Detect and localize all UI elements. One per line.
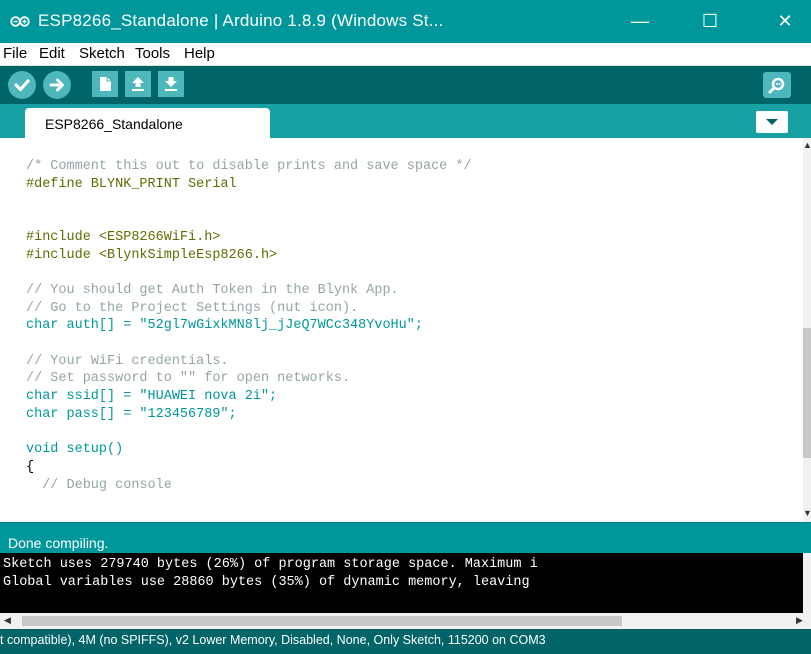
code-line: char pass[] = "123456789"; xyxy=(26,406,237,422)
save-button[interactable] xyxy=(158,71,184,97)
console-vertical-scrollbar[interactable] xyxy=(803,553,811,613)
new-button[interactable] xyxy=(92,71,118,97)
title-bar: ESP8266_Standalone | Arduino 1.8.9 (Wind… xyxy=(0,0,811,43)
code-line: // Set password to "" for open networks. xyxy=(26,371,351,387)
editor-vertical-scrollbar[interactable]: ▲ ▼ xyxy=(803,138,811,522)
new-icon xyxy=(100,77,111,91)
scroll-down-icon[interactable]: ▼ xyxy=(803,508,811,518)
board-info: t compatible), 4M (no SPIFFS), v2 Lower … xyxy=(0,633,546,647)
arduino-logo-icon xyxy=(10,16,30,27)
serial-monitor-button[interactable] xyxy=(763,72,791,98)
code-line: { xyxy=(26,459,35,475)
menu-sketch[interactable]: Sketch xyxy=(79,45,125,62)
upload-button[interactable] xyxy=(43,71,71,99)
serial-monitor-icon xyxy=(768,77,785,94)
code-line: #include <ESP8266WiFi.h> xyxy=(26,229,221,245)
status-bar: Done compiling. xyxy=(0,522,811,553)
horizontal-scroll-thumb[interactable] xyxy=(22,616,622,626)
editor-scroll-thumb[interactable] xyxy=(803,328,811,458)
open-icon xyxy=(132,77,144,91)
chevron-down-icon xyxy=(766,119,778,125)
board-status-bar: t compatible), 4M (no SPIFFS), v2 Lower … xyxy=(0,629,811,654)
window-title: ESP8266_Standalone | Arduino 1.8.9 (Wind… xyxy=(38,11,444,30)
code-text: /* Comment this out to disable prints an… xyxy=(26,158,472,494)
console-output[interactable]: Sketch uses 279740 bytes (26%) of progra… xyxy=(0,553,803,613)
close-button[interactable]: ✕ xyxy=(765,6,805,36)
code-line: /* Comment this out to disable prints an… xyxy=(26,159,472,174)
maximize-button[interactable]: ☐ xyxy=(690,6,730,36)
tab-menu-button[interactable] xyxy=(756,111,788,133)
status-message: Done compiling. xyxy=(8,535,109,551)
code-line: // Debug console xyxy=(26,477,172,493)
tab-label: ESP8266_Standalone xyxy=(45,116,183,132)
save-icon xyxy=(165,77,177,91)
code-line: // Your WiFi credentials. xyxy=(26,353,229,369)
code-line: #define BLYNK_PRINT Serial xyxy=(26,176,237,192)
tab-esp8266-standalone[interactable]: ESP8266_Standalone xyxy=(25,108,270,138)
menu-bar: File Edit Sketch Tools Help xyxy=(0,43,811,66)
toolbar xyxy=(0,66,811,104)
menu-help[interactable]: Help xyxy=(184,45,215,62)
menu-tools[interactable]: Tools xyxy=(135,45,170,62)
console-line: Global variables use 28860 bytes (35%) o… xyxy=(3,575,530,590)
minimize-button[interactable]: — xyxy=(620,6,660,36)
code-line: void setup() xyxy=(26,442,124,458)
open-button[interactable] xyxy=(125,71,151,97)
menu-edit[interactable]: Edit xyxy=(39,45,65,62)
console-horizontal-scrollbar[interactable]: ◀ ▶ xyxy=(0,613,811,629)
console-line: Sketch uses 279740 bytes (26%) of progra… xyxy=(3,557,538,572)
code-line: // Go to the Project Settings (nut icon)… xyxy=(26,300,359,316)
code-line: // You should get Auth Token in the Blyn… xyxy=(26,282,399,298)
menu-file[interactable]: File xyxy=(3,45,27,62)
code-line: #include <BlynkSimpleEsp8266.h> xyxy=(26,247,278,263)
tab-strip: ESP8266_Standalone xyxy=(0,104,811,138)
code-line: char ssid[] = "HUAWEI nova 2i"; xyxy=(26,389,278,405)
scroll-up-icon[interactable]: ▲ xyxy=(803,140,811,150)
upload-icon xyxy=(49,78,64,92)
verify-button[interactable] xyxy=(8,71,36,99)
code-line: char auth[] = "52gl7wGixkMN8lj_jJeQ7WCc3… xyxy=(26,318,423,334)
scroll-left-icon[interactable]: ◀ xyxy=(4,615,11,626)
scroll-right-icon[interactable]: ▶ xyxy=(796,615,803,626)
code-editor[interactable]: /* Comment this out to disable prints an… xyxy=(0,138,803,522)
verify-icon xyxy=(14,79,30,92)
